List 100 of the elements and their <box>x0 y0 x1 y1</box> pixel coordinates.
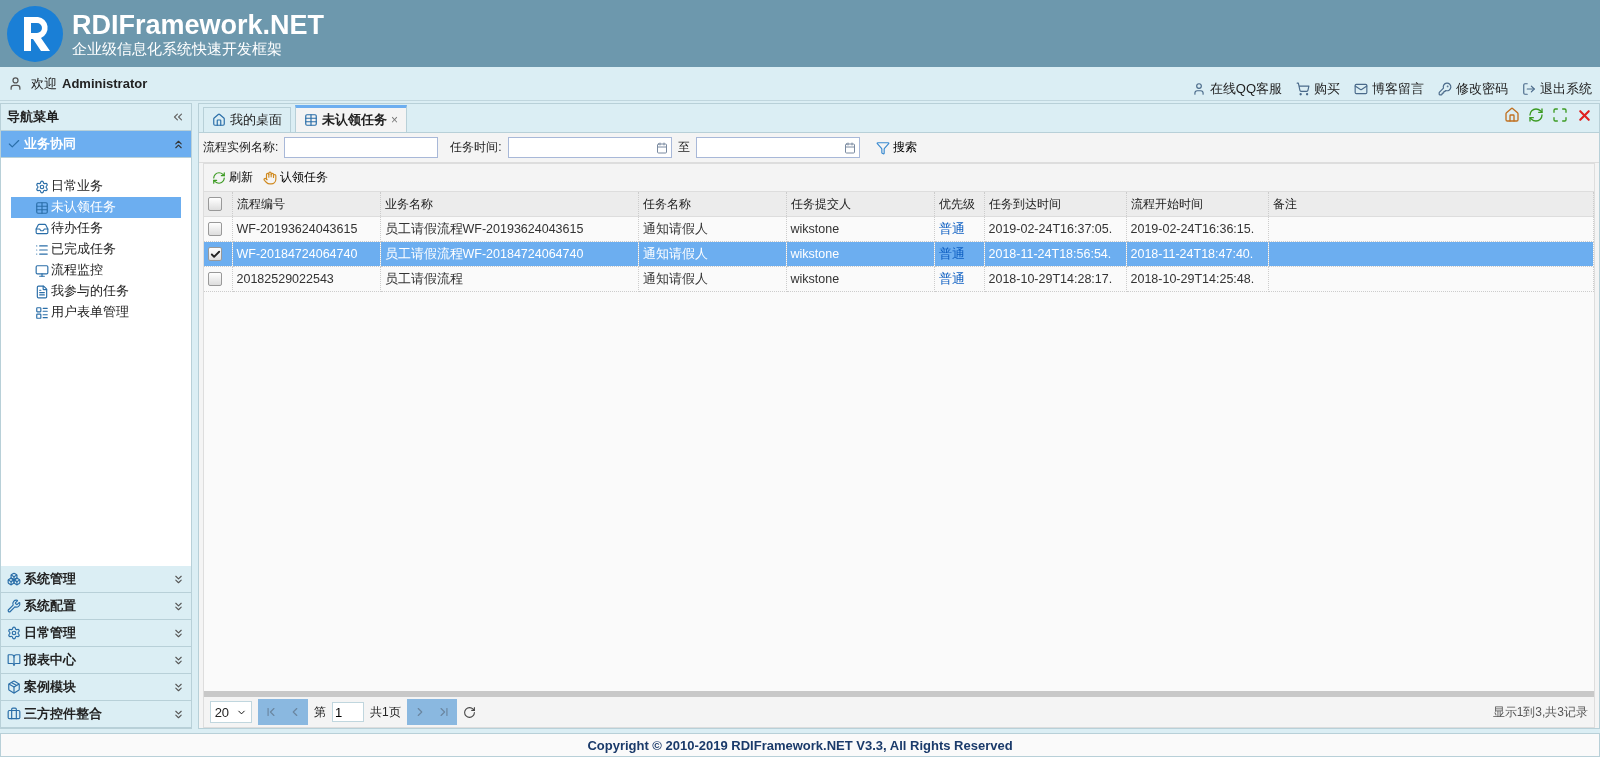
tab[interactable]: 未认领任务 × <box>295 105 407 132</box>
first-page-button[interactable] <box>264 705 278 719</box>
menu-group-header[interactable]: 报表中心 <box>1 647 191 674</box>
calendar-icon[interactable] <box>843 141 856 154</box>
menu-group-header[interactable]: 系统管理 <box>1 566 191 593</box>
reload-button[interactable] <box>462 705 476 719</box>
header-link[interactable]: 退出系统 <box>1522 79 1592 98</box>
table-cell: wikstone <box>790 222 840 236</box>
home-icon <box>212 113 226 127</box>
refresh-button[interactable]: 刷新 <box>208 169 257 186</box>
case-icon <box>7 680 21 694</box>
collapse-icon[interactable] <box>171 110 185 124</box>
hand-icon <box>263 170 277 185</box>
cart-icon <box>1296 81 1310 96</box>
header-link[interactable]: 购买 <box>1296 79 1340 98</box>
menu-group-header[interactable]: 日常管理 <box>1 620 191 647</box>
copyright: Copyright © 2010-2019 RDIFramework.NET V3.3, All Rights Reserved <box>587 737 1013 753</box>
fullscreen-icon[interactable] <box>1552 106 1568 123</box>
column-header: 任务到达时间 <box>984 192 1126 217</box>
table-cell: 2018-10-29T14:28:17. <box>988 272 1113 286</box>
tab[interactable]: 我的桌面 <box>203 107 291 132</box>
sidebar-title: 导航菜单 <box>7 108 59 126</box>
field-label: 流程实例名称: <box>203 139 279 156</box>
menu-group-header[interactable]: 系统配置 <box>1 593 191 620</box>
table-cell: wikstone <box>790 272 840 286</box>
menu-group-header[interactable]: 案例模块 <box>1 674 191 701</box>
page-count: 共1页 <box>370 703 401 721</box>
page-label: 第 <box>314 703 326 721</box>
table-cell: 员工请假流程WF-20184724064740 <box>384 246 584 261</box>
name-input[interactable] <box>284 137 439 158</box>
header-link[interactable]: 博客留言 <box>1354 79 1424 98</box>
user-icon <box>8 76 23 91</box>
reload-icon <box>462 705 476 719</box>
table-cell: 2019-02-24T16:36:15. <box>1130 222 1255 236</box>
logo-icon <box>6 4 64 63</box>
range-separator: 至 <box>677 139 690 156</box>
header-link[interactable]: 在线QQ客服 <box>1191 79 1282 98</box>
table-cell: 通知请假人 <box>642 246 708 261</box>
table-cell: 2018-10-29T14:25:48. <box>1130 272 1255 286</box>
column-header: 流程开始时间 <box>1126 192 1268 217</box>
column-header: 业务名称 <box>380 192 638 217</box>
table-cell: WF-20184724064740 <box>236 247 358 261</box>
date-input[interactable] <box>507 137 672 158</box>
table-row[interactable]: 20182529022543 员工请假流程 通知请假人 wikstone 普通 2018-10-29T14:28:17. 2018-10-29T14:25:48. <box>204 266 1594 292</box>
page-size-select[interactable]: 20 <box>210 701 252 723</box>
home-icon[interactable] <box>1504 106 1520 123</box>
tab-close[interactable]: × <box>391 113 398 127</box>
menu-item[interactable]: 日常业务 <box>11 176 181 197</box>
row-checkbox[interactable] <box>208 247 222 261</box>
calendar-icon[interactable] <box>655 141 668 154</box>
table-cell: WF-20193624043615 <box>236 222 358 236</box>
column-header: 任务名称 <box>638 192 786 217</box>
field-label: 任务时间: <box>450 139 502 156</box>
report-icon <box>7 653 21 667</box>
table-cell: 通知请假人 <box>642 271 708 286</box>
column-header: 备注 <box>1268 192 1594 217</box>
priority-link[interactable]: 普通 <box>938 221 965 236</box>
page-input[interactable]: 1 <box>332 702 364 722</box>
menu-item[interactable]: 待办任务 <box>11 218 181 239</box>
config-icon <box>7 599 21 613</box>
funnel-icon <box>875 140 890 155</box>
date-input[interactable] <box>695 137 860 158</box>
select-all-checkbox[interactable] <box>208 197 222 211</box>
table-cell: 2018-11-24T18:47:40. <box>1130 247 1254 261</box>
refresh-icon[interactable] <box>1528 106 1544 123</box>
claim-button[interactable]: 认领任务 <box>259 169 332 186</box>
column-header: 优先级 <box>934 192 984 217</box>
table-cell: 2018-11-24T18:56:54. <box>988 247 1112 261</box>
priority-link[interactable]: 普通 <box>938 271 965 286</box>
table-icon <box>304 113 318 127</box>
mail-icon <box>1354 81 1368 96</box>
record-info: 显示1到3,共3记录 <box>1492 703 1588 721</box>
table-cell: 20182529022543 <box>236 272 334 286</box>
exit-icon <box>1522 81 1536 96</box>
done-icon <box>35 242 49 257</box>
menu-group-header[interactable]: 三方控件整合 <box>1 701 191 728</box>
menu-item[interactable]: 流程监控 <box>11 260 181 281</box>
table-cell: 2019-02-24T16:37:05. <box>988 222 1113 236</box>
key-icon <box>1438 81 1452 96</box>
table-row[interactable]: WF-20193624043615 员工请假流程WF-20193624043615 通知请假人 wikstone 普通 2019-02-24T16:37:05. 2019-02-24T16:36:15. <box>204 216 1594 242</box>
first-page-icon <box>264 705 278 719</box>
column-header: 任务提交人 <box>786 192 934 217</box>
row-checkbox[interactable] <box>208 222 222 236</box>
header-link[interactable]: 修改密码 <box>1438 79 1508 98</box>
user-name: Administrator <box>62 76 148 91</box>
menu-item[interactable]: 我参与的任务 <box>11 281 181 302</box>
greeting: 欢迎 <box>31 74 57 93</box>
monitor-icon <box>35 263 49 278</box>
row-checkbox[interactable] <box>208 272 222 286</box>
menu-item[interactable]: 用户表单管理 <box>11 302 181 323</box>
app-subtitle: 企业级信息化系统快速开发框架 <box>72 39 283 58</box>
table-cell: wikstone <box>790 247 840 261</box>
menu-item[interactable]: 已完成任务 <box>11 239 181 260</box>
table-cell: 员工请假流程 <box>384 271 463 286</box>
app-title: RDIFramework.NET <box>72 9 325 40</box>
table-cell: 员工请假流程WF-20193624043615 <box>384 221 584 236</box>
search-button[interactable]: 搜索 <box>871 139 921 156</box>
table-cell: 通知请假人 <box>642 221 708 236</box>
column-header: 流程编号 <box>232 192 380 217</box>
refresh-icon <box>212 170 226 185</box>
